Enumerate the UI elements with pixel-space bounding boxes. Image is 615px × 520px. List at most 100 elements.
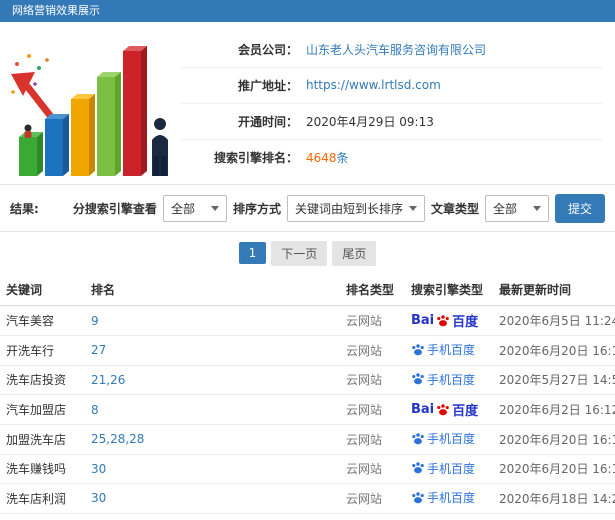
engine-filter-label: 分搜索引擎查看 xyxy=(72,201,157,216)
rank-cell: 21,26 xyxy=(85,365,340,395)
info-row-open-time: 开通时间： 2020年4月29日 09:13 xyxy=(180,104,603,140)
sort-select-value: 关键词由短到长排序 xyxy=(294,201,403,216)
mobile-baidu-logo: 手机百度 xyxy=(411,460,475,477)
rank-type-cell: 云网站 xyxy=(340,454,405,484)
rank-cell: 9 xyxy=(85,305,340,336)
time-cell: 2020年5月27日 14:58 xyxy=(493,365,615,395)
rank-cell: 30 xyxy=(85,454,340,484)
engine-rank-value[interactable]: 4648条 xyxy=(306,149,349,166)
table-row: 汽车加盟店 8 云网站 Bai 百度 2020年6月2日 16:12 xyxy=(0,394,615,425)
paw-icon xyxy=(437,403,449,415)
info-row-url: 推广地址： https://www.lrtlsd.com xyxy=(180,68,603,104)
rank-cell: 30 xyxy=(85,483,340,514)
engine-select[interactable]: 全部 xyxy=(162,194,227,222)
results-table: 关键词 排名 排名类型 搜索引擎类型 最新更新时间 汽车美容 9 云网站 Bai 百度 2… xyxy=(0,274,615,520)
open-time-value: 2020年4月29日 09:13 xyxy=(306,114,434,129)
col-update-time: 最新更新时间 xyxy=(493,274,615,306)
baidu-logo: Bai百度 xyxy=(411,402,479,419)
bar-chart-graphic xyxy=(11,46,168,176)
rank-link[interactable]: 21,26 xyxy=(91,373,125,387)
rank-cell: 25,28,28 xyxy=(85,424,340,455)
engine-select-value: 全部 xyxy=(170,201,195,216)
mobile-baidu-logo: 手机百度 xyxy=(411,430,475,447)
table-row: 洗车赚钱吗 30 云网站 手机百度 2020年6月20日 16:12 xyxy=(0,454,615,484)
filter-bar: 结果: 分搜索引擎查看 全部 排序方式 关键词由短到长排序 文章类型 全部 提交 xyxy=(0,185,615,232)
rank-link[interactable]: 30 xyxy=(91,491,106,505)
col-rank-type: 排名类型 xyxy=(340,274,405,306)
keyword-cell: 开洗车行 xyxy=(0,335,85,366)
paw-icon xyxy=(412,491,424,503)
col-rank: 排名 xyxy=(85,274,340,306)
info-panel: 会员公司： 山东老人头汽车服务咨询有限公司 推广地址： https://www.… xyxy=(0,22,615,185)
filter-controls: 分搜索引擎查看 全部 排序方式 关键词由短到长排序 文章类型 全部 提交 xyxy=(72,193,605,223)
chevron-down-icon xyxy=(532,205,541,211)
paw-icon xyxy=(412,373,424,385)
keyword-cell: 洗车店加盟 xyxy=(0,513,85,520)
keyword-cell: 洗车店利润 xyxy=(0,483,85,514)
member-company-link[interactable]: 山东老人头汽车服务咨询有限公司 xyxy=(306,41,486,58)
keyword-cell: 加盟洗车店 xyxy=(0,424,85,455)
chevron-down-icon xyxy=(408,205,417,211)
table-row: 洗车店利润 30 云网站 手机百度 2020年6月18日 14:27 xyxy=(0,483,615,514)
rank-link[interactable]: 30 xyxy=(91,462,106,476)
engine-cell: Bai百度 xyxy=(405,513,493,520)
pagination: 1 下一页 尾页 xyxy=(0,232,615,274)
col-engine-type: 搜索引擎类型 xyxy=(405,274,493,306)
rank-type-cell: 云网站 xyxy=(340,365,405,395)
paw-icon xyxy=(412,462,424,474)
engine-cell: 手机百度 xyxy=(405,454,493,484)
table-row: 汽车美容 9 云网站 Bai 百度 2020年6月5日 11:24 xyxy=(0,305,615,336)
app-header: 网络营销效果展示 xyxy=(0,0,615,22)
paw-icon xyxy=(412,343,424,355)
paw-icon xyxy=(437,314,449,326)
rank-link[interactable]: 9 xyxy=(91,314,99,328)
engine-cell: Bai百度 xyxy=(405,394,493,425)
time-cell: 2020年6月5日 11:24 xyxy=(493,305,615,336)
time-cell: 2020年6月18日 14:30 xyxy=(493,513,615,520)
article-type-select-value: 全部 xyxy=(492,201,517,216)
engine-cell: 手机百度 xyxy=(405,365,493,395)
article-type-select[interactable]: 全部 xyxy=(484,194,549,222)
last-page-button[interactable]: 尾页 xyxy=(332,240,377,266)
open-time-label: 开通时间： xyxy=(237,114,298,129)
mobile-baidu-logo: 手机百度 xyxy=(411,489,475,506)
engine-cell: Bai百度 xyxy=(405,305,493,336)
rank-type-cell: 云网站 xyxy=(340,483,405,514)
rank-type-cell: 云网站 xyxy=(340,335,405,366)
table-row: 开洗车行 27 云网站 手机百度 2020年6月20日 16:16 xyxy=(0,335,615,366)
rank-cell: 27 xyxy=(85,335,340,366)
keyword-cell: 洗车赚钱吗 xyxy=(0,454,85,484)
rank-cell: 3 xyxy=(85,513,340,520)
time-cell: 2020年6月2日 16:12 xyxy=(493,394,615,425)
rank-type-cell: 云网站 xyxy=(340,305,405,336)
engine-rank-label: 搜索引擎排名： xyxy=(213,150,298,165)
info-row-member: 会员公司： 山东老人头汽车服务咨询有限公司 xyxy=(180,32,603,68)
table-row: 洗车店投资 21,26 云网站 手机百度 2020年5月27日 14:58 xyxy=(0,365,615,395)
rank-type-cell: 云网站 xyxy=(340,513,405,520)
rank-link[interactable]: 8 xyxy=(91,403,99,417)
time-cell: 2020年6月20日 16:12 xyxy=(493,454,615,484)
result-label: 结果: xyxy=(10,201,39,216)
promo-url-link[interactable]: https://www.lrtlsd.com xyxy=(306,78,441,92)
next-page-button[interactable]: 下一页 xyxy=(271,240,328,266)
bar-chart-illustration xyxy=(0,22,180,184)
sort-select[interactable]: 关键词由短到长排序 xyxy=(286,194,425,222)
info-row-engine-rank: 搜索引擎排名： 4648条 xyxy=(180,140,603,175)
mobile-baidu-logo: 手机百度 xyxy=(411,371,475,388)
time-cell: 2020年6月18日 14:27 xyxy=(493,483,615,514)
info-rows: 会员公司： 山东老人头汽车服务咨询有限公司 推广地址： https://www.… xyxy=(180,22,615,184)
rank-link[interactable]: 25,28,28 xyxy=(91,432,144,446)
table-row: 加盟洗车店 25,28,28 云网站 手机百度 2020年6月20日 16:11 xyxy=(0,424,615,455)
mobile-baidu-logo: 手机百度 xyxy=(411,341,475,358)
rank-link[interactable]: 27 xyxy=(91,343,106,357)
submit-button[interactable]: 提交 xyxy=(554,193,605,223)
page-current-button[interactable]: 1 xyxy=(238,242,267,264)
keyword-cell: 洗车店投资 xyxy=(0,365,85,395)
engine-cell: 手机百度 xyxy=(405,424,493,455)
baidu-logo: Bai百度 xyxy=(411,313,479,330)
keyword-cell: 汽车美容 xyxy=(0,305,85,336)
engine-rank-number: 4648 xyxy=(306,150,337,165)
rank-cell: 8 xyxy=(85,394,340,425)
keyword-cell: 汽车加盟店 xyxy=(0,394,85,425)
engine-cell: 手机百度 xyxy=(405,483,493,514)
